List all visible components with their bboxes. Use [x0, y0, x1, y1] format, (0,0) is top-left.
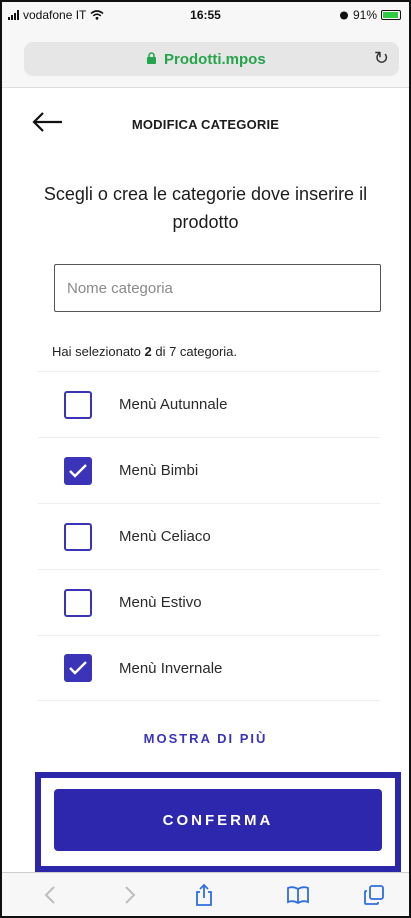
tabs-icon — [364, 885, 384, 905]
category-checkbox[interactable] — [64, 588, 92, 617]
checkmark-icon — [69, 661, 87, 675]
status-bar: vodafone IT 16:55 91% — [2, 2, 409, 28]
selection-prefix: Hai selezionato — [52, 344, 145, 359]
category-item[interactable]: Menù Estivo — [38, 569, 380, 635]
category-name-input[interactable] — [54, 264, 381, 312]
category-item[interactable]: Menù Autunnale — [38, 371, 380, 437]
bookmarks-icon — [287, 886, 309, 905]
address-bar[interactable]: Prodotti.mpos ↻ — [24, 42, 399, 76]
share-icon — [196, 883, 212, 906]
battery-info: 91% — [339, 8, 401, 22]
selection-count: 2 — [144, 344, 152, 359]
browser-toolbar — [2, 872, 409, 916]
browser-back-button[interactable] — [30, 879, 70, 911]
category-label: Menù Bimbi — [119, 462, 199, 479]
confirm-button[interactable]: CONFERMA — [54, 789, 382, 851]
alarm-icon — [339, 11, 348, 20]
tabs-button[interactable] — [354, 879, 394, 911]
share-button[interactable] — [184, 879, 224, 911]
category-label: Menù Estivo — [119, 594, 202, 611]
category-label: Menù Invernale — [119, 659, 223, 677]
battery-percent: 91% — [352, 8, 377, 22]
checkmark-icon — [69, 463, 87, 478]
category-item[interactable]: Menù Bimbi — [38, 437, 380, 503]
browser-forward-button[interactable] — [110, 879, 150, 911]
show-more-link[interactable]: MOSTRA DI PIÙ — [0, 731, 411, 746]
bookmarks-button[interactable] — [278, 879, 318, 911]
page-title: MODIFICA CATEGORIE — [131, 117, 280, 132]
category-checkbox[interactable] — [64, 390, 92, 419]
browser-bar: Prodotti.mpos ↻ — [2, 28, 409, 88]
selection-suffix: di 7 categoria. — [151, 344, 238, 359]
category-item[interactable]: Menù Celiaco — [38, 503, 380, 569]
category-label: Menù Celiaco — [119, 528, 211, 545]
category-checkbox[interactable] — [64, 456, 92, 485]
url-text: Prodotti.mpos — [164, 51, 266, 68]
battery-icon — [381, 10, 401, 20]
forward-icon — [125, 886, 136, 904]
lock-icon — [147, 52, 156, 64]
category-list: Menù Autunnale Menù Bimbi Menù Celiaco M… — [38, 371, 380, 701]
category-item[interactable]: Menù Invernale — [38, 635, 380, 701]
category-label: Menù Autunnale — [119, 396, 228, 413]
selection-summary: Hai selezionato 2 di 7 categoria. — [52, 344, 237, 359]
category-checkbox[interactable] — [64, 522, 92, 551]
page-heading: Scegli o crea le categorie dove inserire… — [43, 184, 368, 232]
reload-icon[interactable]: ↻ — [374, 48, 389, 69]
back-icon — [44, 886, 55, 904]
category-checkbox[interactable] — [64, 654, 92, 682]
